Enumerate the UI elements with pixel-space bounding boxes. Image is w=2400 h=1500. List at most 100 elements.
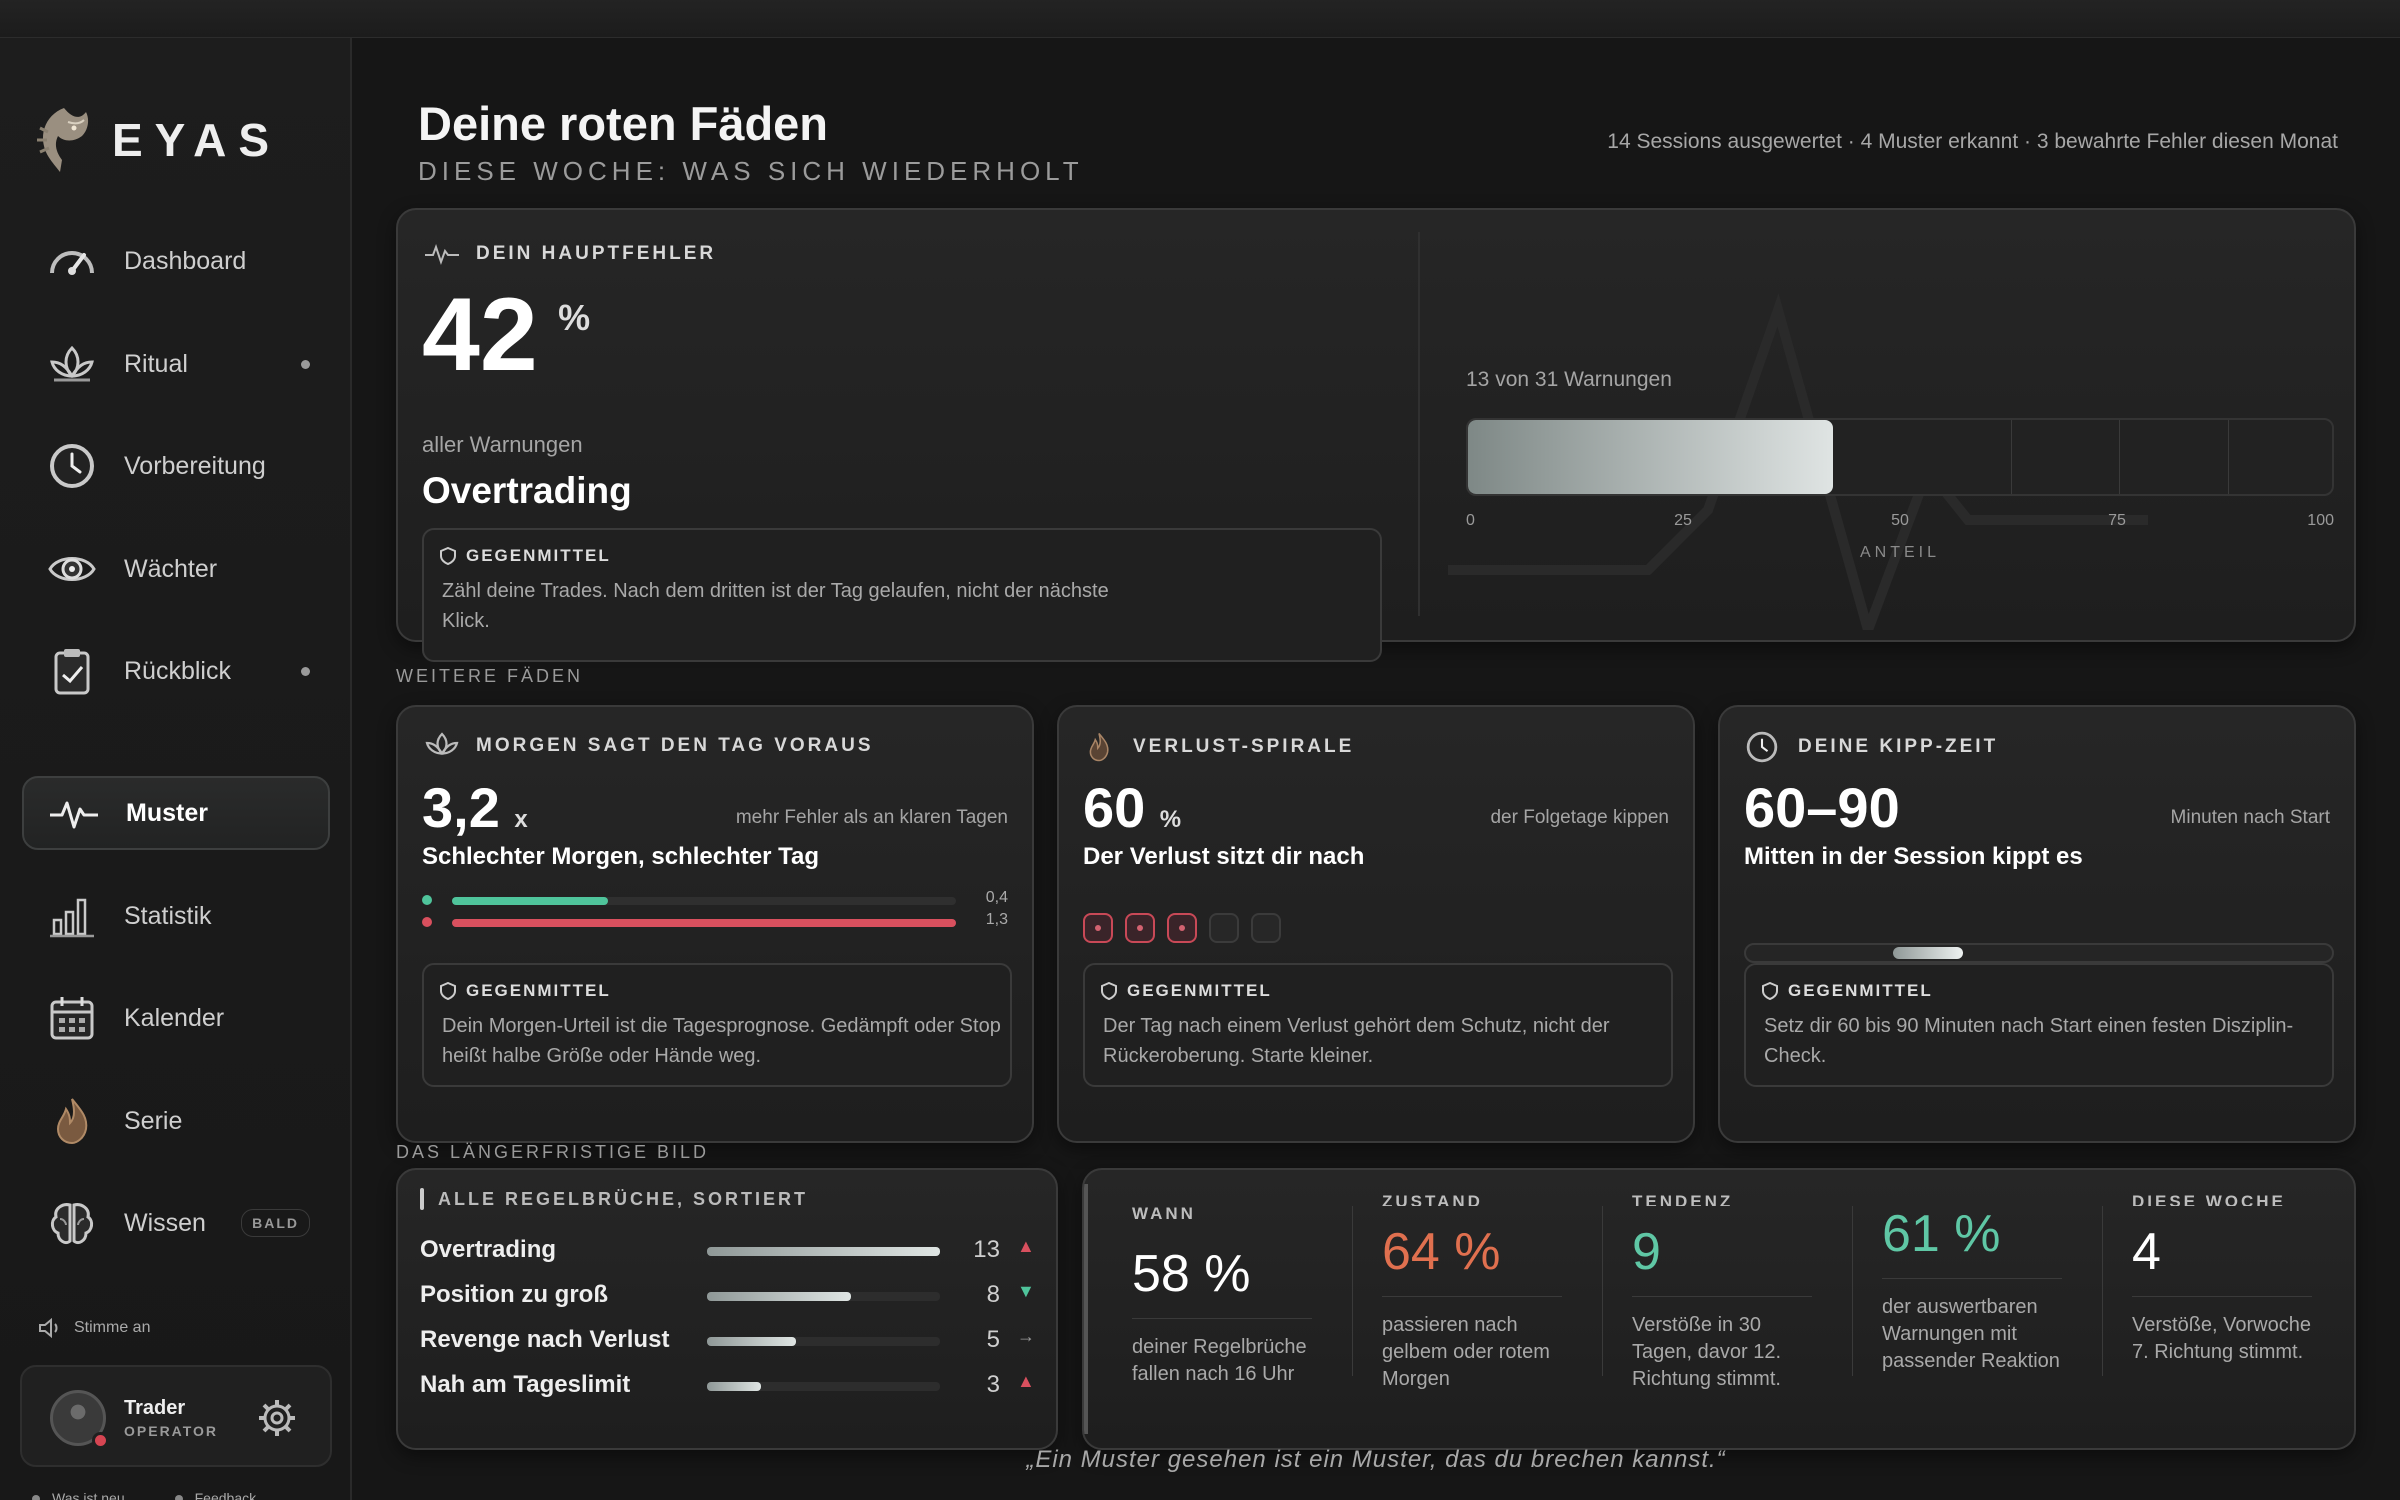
speaker-icon (39, 1318, 58, 1338)
share-tick-label: 100 (2307, 512, 2334, 529)
loss-day-marked (1167, 913, 1197, 943)
rule-break-row[interactable]: Overtrading 13 ▲ (420, 1228, 1040, 1272)
main-error-card: DEIN HAUPTFEHLER 42 % aller Warnungen Ov… (396, 208, 2356, 662)
sidebar-item-label: Rückblick (124, 656, 231, 685)
main-error-unit: % (558, 297, 591, 338)
flame-icon (1089, 732, 1109, 762)
stat-value: 58 % (1132, 1245, 1251, 1303)
main-error-number: 42 (422, 277, 538, 393)
share-progress-bar (1466, 418, 2334, 496)
feedback-link[interactable]: Feedback (175, 1490, 256, 1500)
pulse-icon (425, 244, 459, 266)
sidebar-item-label: Statistik (124, 901, 212, 930)
window-top-bar (0, 0, 2400, 38)
whats-new-link[interactable]: Was ist neu (32, 1490, 125, 1500)
stat-separator (1352, 1206, 1353, 1376)
trend-arrow-icon: → (1017, 1326, 1035, 1346)
sidebar-item-label: Vorbereitung (124, 451, 266, 480)
rule-break-bar-track (707, 1337, 940, 1346)
bar-chart-icon (44, 888, 100, 944)
loss-day-markers (1083, 913, 1293, 943)
remedy-box: GEGENMITTEL Dein Morgen-Urteil ist die T… (422, 963, 1012, 1087)
loss-day-empty (1209, 913, 1239, 943)
sidebar-item-rueckblick[interactable]: Rückblick (22, 634, 330, 708)
share-grid-line (2010, 420, 2012, 494)
rule-break-count: 3 (986, 1371, 1000, 1398)
sidebar-item-serie[interactable]: Serie (22, 1084, 330, 1158)
comparison-bar-track (452, 897, 956, 905)
remedy-box: GEGENMITTEL Setz dir 60 bis 90 Minuten n… (1744, 963, 2334, 1087)
stat-separator (1852, 1206, 1853, 1376)
main-error-value-label: aller Warnungen (422, 432, 583, 457)
calendar-icon (44, 990, 100, 1046)
main-error-value: 42 % (422, 276, 590, 395)
thread-headline: Schlechter Morgen, schlechter Tag (422, 843, 819, 870)
remedy-text: Setz dir 60 bis 90 Minuten nach Start ei… (1764, 1015, 2294, 1067)
shield-icon (440, 982, 456, 1000)
shield-icon (440, 547, 456, 565)
sidebar-item-waechter[interactable]: Wächter (22, 532, 330, 606)
footer-links: Was ist neu Feedback (32, 1490, 256, 1500)
rule-break-row[interactable]: Nah am Tageslimit 3 ▲ (420, 1363, 1040, 1407)
session-timeline (1744, 943, 2334, 963)
thread-value: 60–90 (1744, 776, 1900, 839)
rule-break-bar-track (707, 1382, 940, 1391)
stat-divider (1132, 1318, 1312, 1319)
remedy-title: GEGENMITTEL (1101, 981, 1272, 1001)
rule-break-count: 5 (986, 1326, 1000, 1353)
thread-card-morning: MORGEN SAGT DEN TAG VORAUS 3,2 x mehr Fe… (396, 705, 1034, 1143)
remedy-box: GEGENMITTEL Zähl deine Trades. Nach dem … (422, 528, 1382, 662)
share-grid-line (2119, 420, 2120, 494)
share-tick-label: 50 (1891, 512, 1909, 529)
sidebar-item-muster[interactable]: Muster (22, 776, 330, 850)
comparison-bar-fill (452, 919, 956, 927)
stat-caption: DIESE WOCHE (2132, 1192, 2286, 1206)
accent-rail (1084, 1184, 1088, 1434)
loss-day-empty (1251, 913, 1281, 943)
rule-break-bar-fill (707, 1247, 940, 1256)
notification-dot (301, 667, 310, 676)
thread-headline: Der Verlust sitzt dir nach (1083, 843, 1365, 870)
rule-break-bar-fill (707, 1382, 761, 1391)
user-role: OPERATOR (124, 1423, 219, 1439)
loss-day-marked (1125, 913, 1155, 943)
eye-icon (44, 541, 100, 597)
thread-caption: MORGEN SAGT DEN TAG VORAUS (476, 735, 874, 756)
rule-break-row[interactable]: Revenge nach Verlust 5 → (420, 1318, 1040, 1362)
share-axis-label: ANTEIL (1859, 544, 1940, 561)
user-card[interactable]: Trader OPERATOR (20, 1365, 332, 1467)
eagle-logo-icon (37, 108, 89, 172)
sidebar-item-dashboard[interactable]: Dashboard (22, 224, 330, 298)
voice-label: Stimme an (74, 1319, 151, 1336)
rule-break-bar-fill (707, 1337, 796, 1346)
share-tick-label: 75 (2108, 512, 2126, 529)
lotus-icon (44, 336, 100, 392)
shield-icon (1762, 982, 1778, 1000)
stat-value: 61 % (1882, 1205, 2001, 1263)
footer-quote: „Ein Muster gesehen ist ein Muster, das … (1026, 1446, 1726, 1473)
sidebar-item-vorbereitung[interactable]: Vorbereitung (22, 429, 330, 503)
stat-description: der auswertbaren Warnungen mit passender… (1882, 1296, 2060, 1372)
rule-break-bar-fill (707, 1292, 852, 1301)
sidebar-item-ritual[interactable]: Ritual (22, 327, 330, 401)
voice-toggle[interactable]: Stimme an (38, 1318, 150, 1338)
remedy-title: GEGENMITTEL (1762, 981, 1933, 1001)
sidebar-item-statistik[interactable]: Statistik (22, 879, 330, 953)
sidebar-item-kalender[interactable]: Kalender (22, 981, 330, 1055)
thread-unit: x (514, 806, 528, 833)
rule-break-row[interactable]: Position zu groß 8 ▼ (420, 1273, 1040, 1317)
shield-icon (1101, 982, 1117, 1000)
rule-break-label: Revenge nach Verlust (420, 1326, 670, 1353)
sidebar-item-wissen[interactable]: Wissen BALD (22, 1186, 330, 1260)
stat-description: Verstöße in 30 Tagen, davor 12. Richtung… (1632, 1314, 1781, 1390)
gear-icon[interactable] (256, 1397, 298, 1439)
comparison-bar-value: 0,4 (985, 889, 1008, 906)
stat-caption: ZUSTAND (1382, 1192, 1483, 1206)
long-term-stats-card: WANN 58 % deiner Regelbrüche fallen nach 1… (1082, 1168, 2356, 1450)
stat-description: Verstöße, Vorwoche 7. Richtung stimmt. (2132, 1314, 2311, 1363)
long-term-stat: TENDENZ 9 Verstöße in 30 Tagen, davor 12. … (1632, 1170, 1832, 1410)
app-logo[interactable]: EYAS (34, 102, 281, 178)
bar-legend-dot (422, 917, 432, 927)
long-term-stat: WANN 58 % deiner Regelbrüche fallen nach 1… (1132, 1170, 1332, 1410)
sidebar-item-label: Wächter (124, 554, 218, 583)
